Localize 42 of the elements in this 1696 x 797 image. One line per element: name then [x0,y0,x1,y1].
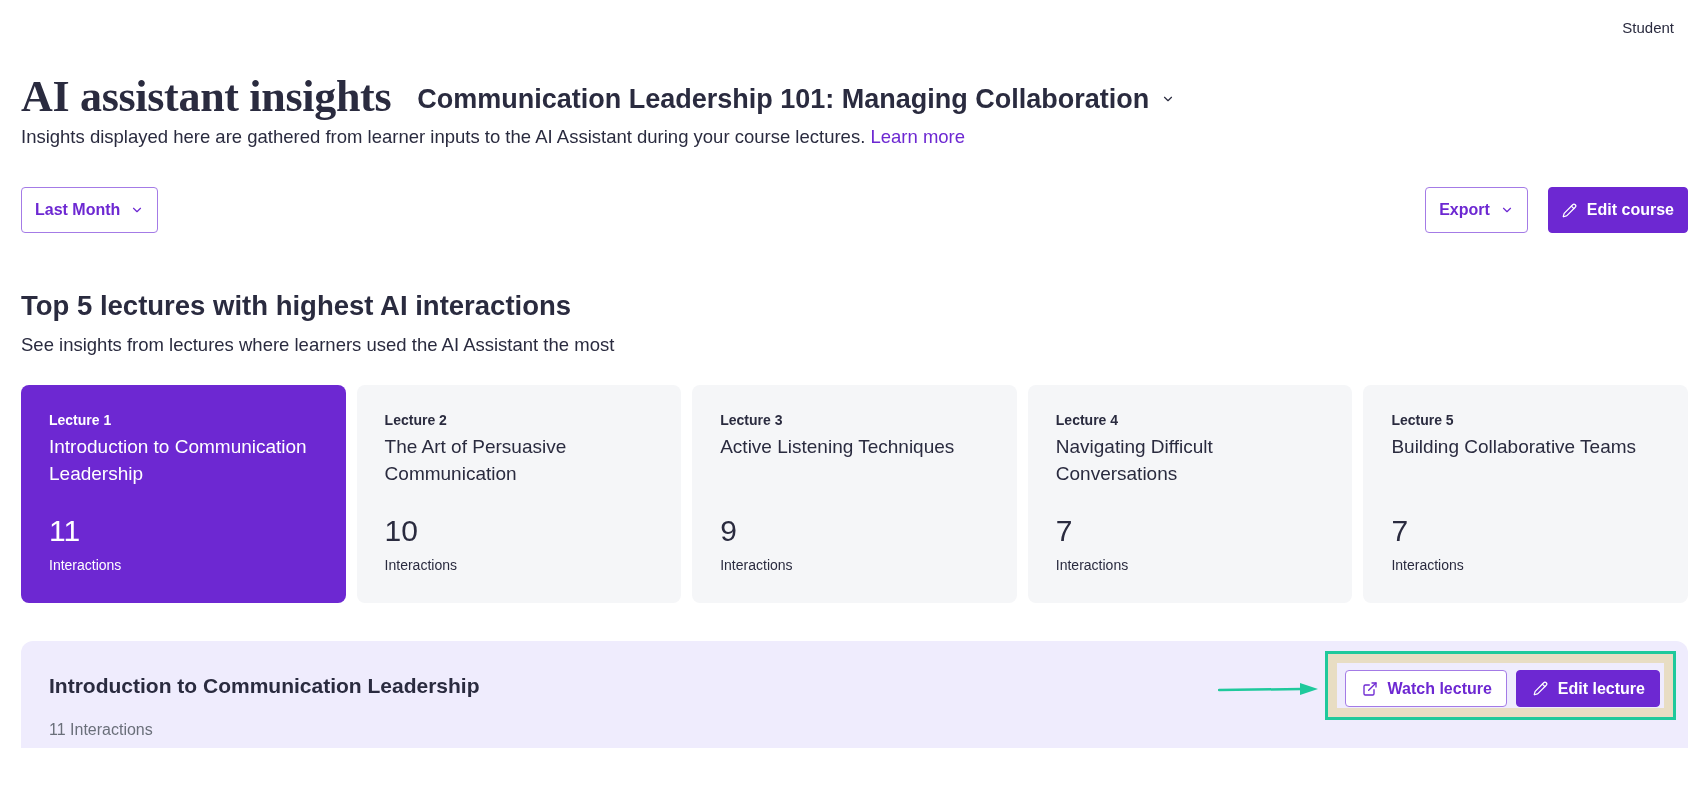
page-title: AI assistant insights [21,71,392,123]
edit-lecture-button[interactable]: Edit lecture [1515,670,1660,707]
lecture-card[interactable]: Lecture 4 Navigating Difficult Conversations 7 Interactions [1027,385,1353,603]
date-filter-dropdown[interactable]: Last Month [21,187,159,233]
learn-more-link[interactable]: Learn more [870,126,966,147]
external-link-icon [1361,680,1378,697]
lecture-title: Active Listening Techniques [720,435,956,459]
lecture-number: Lecture 5 [1391,411,1455,429]
watch-lecture-button[interactable]: Watch lecture [1344,670,1507,707]
lecture-detail-title: Introduction to Communication Leadership [49,672,481,699]
pencil-icon [1561,202,1577,218]
lecture-title: The Art of Persuasive Communication [384,435,568,486]
edit-course-button[interactable]: Edit course [1547,187,1688,233]
page-description: Insights displayed here are gathered from learner inputs to the AI Assistant during your course lectures. Learn more [21,125,967,149]
lecture-card[interactable]: Lecture 2 The Art of Persuasive Communication 10 Interactions [356,385,682,603]
lecture-title: Navigating Difficult Conversations [1055,435,1214,486]
interaction-label: Interactions [49,556,123,575]
interaction-count: 7 [1391,513,1410,549]
lecture-card[interactable]: Lecture 3 Active Listening Techniques 9 Interactions [692,385,1017,603]
interaction-label: Interactions [720,556,794,575]
lecture-interaction-count: 11 Interactions [49,720,154,740]
lecture-card[interactable]: Lecture 5 Building Collaborative Teams 7 Interactions [1363,385,1688,603]
course-selector[interactable]: Communication Leadership 101: Managing Collaboration [417,82,1176,116]
user-role-label[interactable]: Student [1622,18,1674,38]
section-subtitle: See insights from lectures where learners used the AI Assistant the most [21,333,616,357]
interaction-label: Interactions [1055,556,1130,575]
lecture-number: Lecture 1 [49,411,113,429]
lecture-card[interactable]: Lecture 1 Introduction to Communication Leadership 11 Interactions [21,385,346,603]
interaction-count: 11 [49,513,82,549]
lecture-title: Building Collaborative Teams [1391,435,1638,459]
interaction-count: 9 [720,513,738,549]
lecture-number: Lecture 2 [384,411,448,429]
section-title: Top 5 lectures with highest AI interactions [21,290,573,322]
lecture-number: Lecture 4 [1055,411,1120,429]
interaction-count: 7 [1055,513,1074,549]
pencil-icon [1532,681,1548,696]
lecture-title: Introduction to Communication Leadership [49,435,308,486]
interaction-label: Interactions [384,556,458,575]
interaction-count: 10 [384,513,419,549]
export-button[interactable]: Export [1425,187,1528,233]
interaction-label: Interactions [1391,556,1465,575]
lecture-number: Lecture 3 [720,411,784,429]
